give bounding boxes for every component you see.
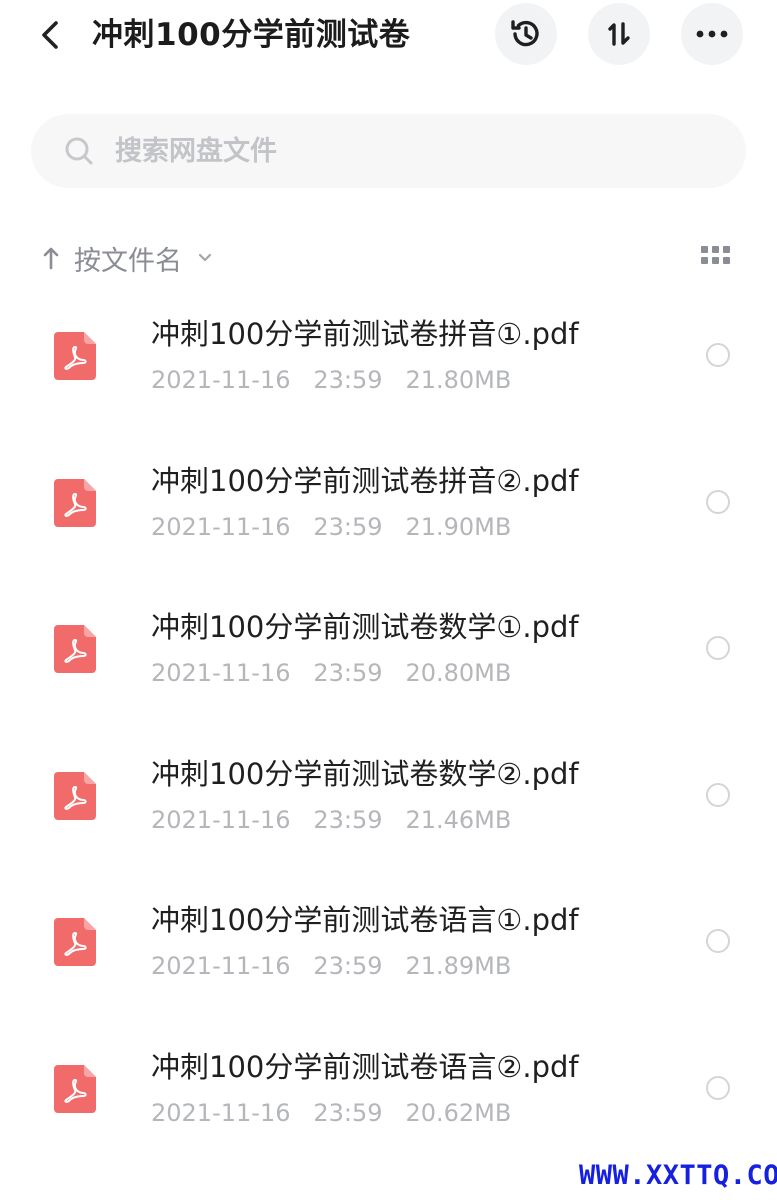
- select-radio[interactable]: [706, 343, 730, 367]
- file-name: 冲刺100分学前测试卷语言②.pdf: [151, 1050, 579, 1084]
- more-button[interactable]: [681, 3, 743, 65]
- file-date: 2021-11-16: [151, 366, 291, 394]
- select-radio[interactable]: [706, 490, 730, 514]
- file-size: 21.80MB: [405, 366, 512, 394]
- file-size: 21.90MB: [405, 513, 512, 541]
- select-radio[interactable]: [706, 929, 730, 953]
- file-time: 23:59: [313, 806, 383, 834]
- file-row[interactable]: 冲刺100分学前测试卷拼音②.pdf 2021-11-16 23:59 21.9…: [0, 443, 777, 583]
- select-radio[interactable]: [706, 636, 730, 660]
- watermark-text: WWW.XXTTQ.COM: [579, 1160, 777, 1191]
- file-date: 2021-11-16: [151, 952, 291, 980]
- file-size: 21.46MB: [405, 806, 512, 834]
- pdf-file-icon: [54, 332, 96, 380]
- file-name: 冲刺100分学前测试卷语言①.pdf: [151, 903, 579, 937]
- file-name: 冲刺100分学前测试卷拼音①.pdf: [151, 317, 579, 351]
- file-time: 23:59: [313, 1099, 383, 1127]
- file-meta: 2021-11-16 23:59 20.62MB: [151, 1095, 511, 1131]
- file-name: 冲刺100分学前测试卷数学②.pdf: [151, 757, 579, 791]
- chevron-left-icon: [42, 21, 58, 49]
- sort-button[interactable]: [588, 3, 650, 65]
- pdf-file-icon: [54, 918, 96, 966]
- file-row[interactable]: 冲刺100分学前测试卷语言②.pdf 2021-11-16 23:59 20.6…: [0, 1029, 777, 1169]
- pdf-file-icon: [54, 772, 96, 820]
- file-size: 20.62MB: [405, 1099, 512, 1127]
- file-time: 23:59: [313, 659, 383, 687]
- history-icon: [511, 20, 539, 47]
- file-date: 2021-11-16: [151, 659, 291, 687]
- file-date: 2021-11-16: [151, 1099, 291, 1127]
- arrow-up-icon: [40, 243, 62, 273]
- pdf-file-icon: [54, 625, 96, 673]
- file-row[interactable]: 冲刺100分学前测试卷数学②.pdf 2021-11-16 23:59 21.4…: [0, 736, 777, 876]
- search-bar[interactable]: [31, 114, 746, 188]
- search-icon: [63, 135, 95, 167]
- pdf-file-icon: [54, 1065, 96, 1113]
- sort-label: 按文件名: [74, 245, 182, 277]
- grid-view-toggle[interactable]: [701, 246, 733, 270]
- grid-icon: [701, 246, 730, 264]
- file-meta: 2021-11-16 23:59 20.80MB: [151, 655, 511, 691]
- file-meta: 2021-11-16 23:59 21.80MB: [151, 362, 511, 398]
- file-row[interactable]: 冲刺100分学前测试卷数学①.pdf 2021-11-16 23:59 20.8…: [0, 589, 777, 729]
- search-input[interactable]: [113, 134, 717, 168]
- file-time: 23:59: [313, 366, 383, 394]
- file-size: 21.89MB: [405, 952, 512, 980]
- sort-icon: [608, 22, 630, 46]
- file-meta: 2021-11-16 23:59 21.89MB: [151, 948, 511, 984]
- file-time: 23:59: [313, 952, 383, 980]
- back-button[interactable]: [30, 12, 70, 58]
- file-date: 2021-11-16: [151, 806, 291, 834]
- top-bar: 冲刺100分学前测试卷: [0, 0, 777, 72]
- file-date: 2021-11-16: [151, 513, 291, 541]
- file-row[interactable]: 冲刺100分学前测试卷语言①.pdf 2021-11-16 23:59 21.8…: [0, 882, 777, 1022]
- history-button[interactable]: [495, 3, 557, 65]
- select-radio[interactable]: [706, 783, 730, 807]
- file-row[interactable]: 冲刺100分学前测试卷拼音①.pdf 2021-11-16 23:59 21.8…: [0, 296, 777, 436]
- file-meta: 2021-11-16 23:59 21.90MB: [151, 509, 511, 545]
- more-icon: [696, 30, 728, 38]
- chevron-down-icon: [198, 253, 212, 263]
- sort-by-name-control[interactable]: 按文件名: [40, 236, 212, 280]
- file-name: 冲刺100分学前测试卷拼音②.pdf: [151, 464, 579, 498]
- file-name: 冲刺100分学前测试卷数学①.pdf: [151, 610, 579, 644]
- file-time: 23:59: [313, 513, 383, 541]
- file-meta: 2021-11-16 23:59 21.46MB: [151, 802, 511, 838]
- file-size: 20.80MB: [405, 659, 512, 687]
- select-radio[interactable]: [706, 1076, 730, 1100]
- pdf-file-icon: [54, 479, 96, 527]
- page-title: 冲刺100分学前测试卷: [92, 17, 411, 53]
